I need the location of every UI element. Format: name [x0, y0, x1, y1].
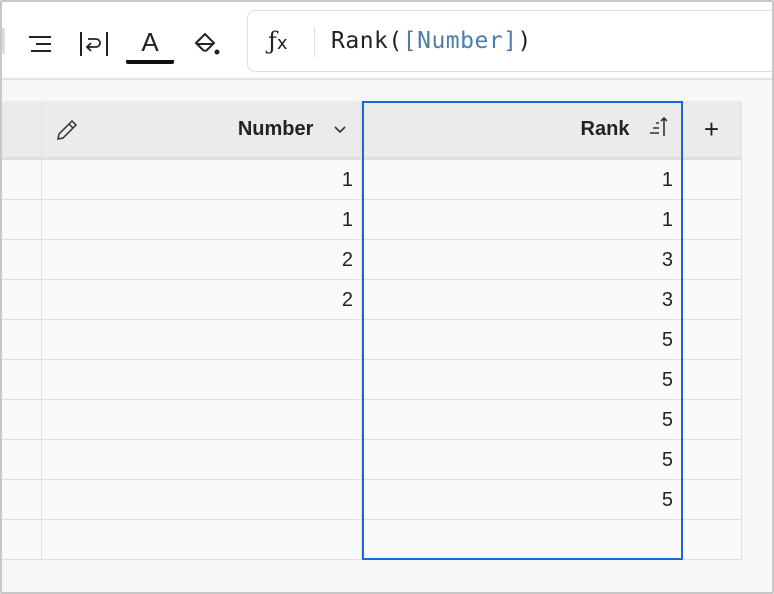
cell-rank[interactable]: 5: [362, 320, 682, 360]
cell-rank[interactable]: 1: [362, 200, 682, 240]
fill-color-button[interactable]: [182, 24, 230, 64]
cell-number[interactable]: 1: [42, 200, 362, 240]
function-icon: ƒx: [268, 27, 288, 55]
formula-reference: [Number]: [402, 28, 518, 54]
column-name: Rank: [580, 118, 630, 140]
cell-rank[interactable]: 5: [362, 400, 682, 440]
cell[interactable]: [2, 440, 42, 480]
cell[interactable]: [2, 320, 42, 360]
wrap-text-button[interactable]: [72, 24, 116, 64]
column-name: Number: [237, 118, 314, 140]
cell[interactable]: [2, 480, 42, 520]
wrap-text-icon: [80, 32, 108, 56]
cell-number[interactable]: 2: [42, 280, 362, 320]
row-header-corner: [2, 101, 42, 160]
cell[interactable]: [2, 520, 42, 560]
cell[interactable]: [682, 280, 742, 320]
text-color-icon: A: [141, 26, 159, 57]
cell[interactable]: [2, 400, 42, 440]
cell[interactable]: [2, 280, 42, 320]
cell-rank[interactable]: [362, 520, 682, 560]
chevron-down-icon[interactable]: [333, 125, 347, 135]
cell-rank[interactable]: 5: [362, 360, 682, 400]
cell-number[interactable]: [42, 520, 362, 560]
pencil-icon[interactable]: [54, 117, 80, 143]
cell-number[interactable]: [42, 360, 362, 400]
spreadsheet-window: A ƒx Rank([Number]) Number Rank + 111123…: [0, 0, 774, 594]
cell-number[interactable]: [42, 440, 362, 480]
cell[interactable]: [682, 160, 742, 200]
cell[interactable]: [2, 240, 42, 280]
cell-number[interactable]: [42, 400, 362, 440]
cell-rank[interactable]: 5: [362, 440, 682, 480]
cell-number[interactable]: [42, 480, 362, 520]
cell-rank[interactable]: 3: [362, 240, 682, 280]
divider: [2, 28, 5, 54]
formula-bar[interactable]: ƒx Rank([Number]): [247, 10, 772, 72]
cell[interactable]: [682, 440, 742, 480]
column-header-rank[interactable]: Rank: [362, 101, 682, 160]
paint-bucket-icon: [194, 32, 220, 55]
divider: [314, 27, 315, 57]
cell[interactable]: [682, 520, 742, 560]
cell-rank[interactable]: 3: [362, 280, 682, 320]
cell[interactable]: [682, 480, 742, 520]
column-header-number[interactable]: Number: [42, 101, 362, 160]
cell-rank[interactable]: 5: [362, 480, 682, 520]
cell[interactable]: [682, 360, 742, 400]
cell-number[interactable]: [42, 320, 362, 360]
cell[interactable]: [682, 320, 742, 360]
text-color-button[interactable]: A: [126, 24, 174, 64]
cell[interactable]: [2, 160, 42, 200]
cell[interactable]: [2, 200, 42, 240]
cell[interactable]: [682, 200, 742, 240]
toolbar: A ƒx Rank([Number]): [2, 2, 772, 80]
formula-close: ): [517, 28, 532, 54]
cell[interactable]: [682, 400, 742, 440]
cell-number[interactable]: 2: [42, 240, 362, 280]
add-column-button[interactable]: +: [682, 101, 742, 160]
cell[interactable]: [682, 240, 742, 280]
formula-function: Rank(: [331, 28, 403, 54]
cell-number[interactable]: 1: [42, 160, 362, 200]
formula-input[interactable]: Rank([Number]): [331, 28, 532, 54]
cell[interactable]: [2, 360, 42, 400]
sort-ascending-icon[interactable]: [647, 114, 669, 138]
align-right-icon: [29, 36, 51, 52]
cell-rank[interactable]: 1: [362, 160, 682, 200]
align-right-button[interactable]: [20, 24, 60, 64]
